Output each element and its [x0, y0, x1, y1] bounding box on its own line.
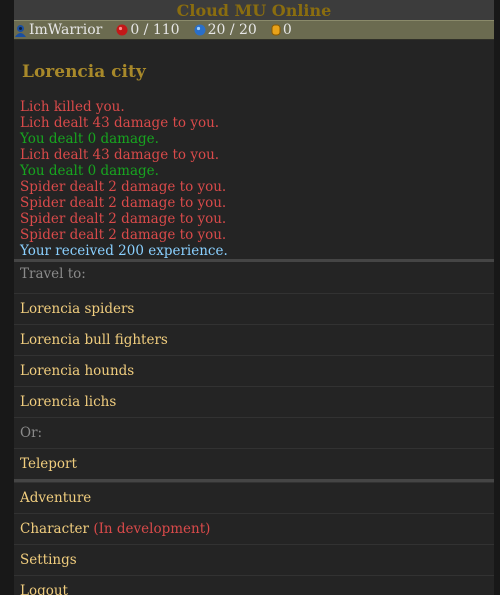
teleport-link[interactable]: Teleport: [14, 448, 494, 478]
mana-orb-icon: [194, 24, 206, 36]
or-label: Or:: [14, 417, 494, 447]
character-label: Character: [20, 521, 90, 537]
log-line: You dealt 0 damage.: [20, 131, 159, 147]
combat-log: Lich killed you. Lich dealt 43 damage to…: [20, 99, 228, 259]
log-line: Spider dealt 2 damage to you.: [20, 227, 227, 243]
character-link[interactable]: Character (In development): [14, 513, 494, 543]
hp-stat: 0 / 110: [116, 22, 180, 38]
log-line: Spider dealt 2 damage to you.: [20, 195, 227, 211]
travel-lorencia-bull-fighters[interactable]: Lorencia bull fighters: [14, 324, 494, 354]
user-stat: ImWarrior: [14, 22, 102, 38]
travel-heading: Travel to:: [20, 266, 86, 282]
travel-lorencia-hounds[interactable]: Lorencia hounds: [14, 355, 494, 385]
main-panel: Lorencia city Lich killed you. Lich deal…: [14, 40, 494, 595]
hp-value: 0 / 110: [130, 22, 180, 38]
log-line: Lich dealt 43 damage to you.: [20, 147, 220, 163]
gold-value: 0: [282, 22, 292, 38]
game-screen: Cloud MU Online ImWarrior 0 / 110 20 / 2…: [0, 0, 500, 595]
status-bar: ImWarrior 0 / 110 20 / 20 0: [14, 20, 494, 40]
location-title: Lorencia city: [22, 62, 146, 82]
log-line: Spider dealt 2 damage to you.: [20, 179, 227, 195]
app-title: Cloud MU Online: [14, 0, 494, 20]
adventure-link[interactable]: Adventure: [14, 482, 494, 512]
character-dev-note: (In development): [93, 521, 211, 537]
gold-stat: 0: [271, 22, 292, 38]
log-line: Lich killed you.: [20, 99, 125, 115]
log-line: Spider dealt 2 damage to you.: [20, 211, 227, 227]
log-line: Your received 200 experience.: [20, 243, 228, 259]
health-orb-icon: [116, 24, 128, 36]
user-icon: [15, 24, 26, 37]
travel-lorencia-spiders[interactable]: Lorencia spiders: [14, 293, 494, 323]
settings-link[interactable]: Settings: [14, 544, 494, 574]
log-line: Lich dealt 43 damage to you.: [20, 115, 220, 131]
logout-link[interactable]: Logout: [14, 575, 494, 595]
mana-stat: 20 / 20: [194, 22, 257, 38]
log-line: You dealt 0 damage.: [20, 163, 159, 179]
travel-lorencia-lichs[interactable]: Lorencia lichs: [14, 386, 494, 416]
section-divider: [14, 259, 494, 262]
gold-coin-icon: [271, 24, 281, 36]
username: ImWarrior: [29, 22, 103, 38]
mana-value: 20 / 20: [207, 22, 257, 38]
